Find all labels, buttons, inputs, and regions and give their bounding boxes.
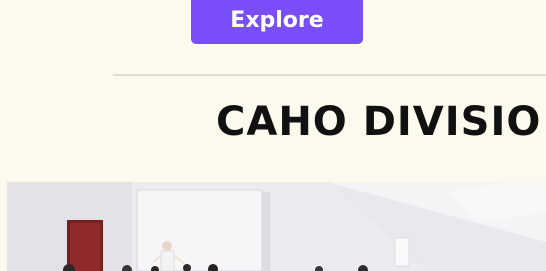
- explore-button[interactable]: Explore: [191, 0, 363, 44]
- page: Explore CAHO DIVISIO: [0, 0, 546, 271]
- classroom-photo-illustration: [7, 182, 546, 271]
- section-divider: [113, 74, 546, 76]
- section-title: CAHO DIVISIO: [216, 99, 542, 145]
- division-photo: [7, 182, 546, 271]
